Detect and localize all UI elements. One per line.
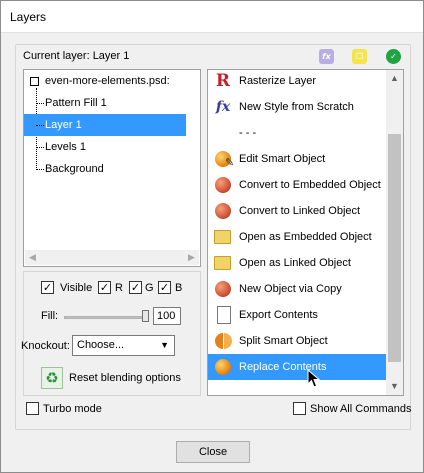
command-label: Open as Linked Object: [239, 257, 351, 269]
layer-tree[interactable]: even-more-elements.psd: Pattern Fill 1 L…: [23, 69, 201, 267]
tree-item-pattern-fill[interactable]: Pattern Fill 1: [24, 92, 186, 114]
command-label: New Object via Copy: [239, 283, 342, 295]
command-label: Open as Embedded Object: [239, 231, 372, 243]
split-icon: [215, 333, 223, 349]
tree-item-layer-1[interactable]: Layer 1: [24, 114, 186, 136]
scroll-right-icon[interactable]: ▶: [184, 250, 199, 265]
current-layer-label: Current layer: Layer 1: [23, 50, 130, 62]
command-new-style[interactable]: fx New Style from Scratch: [208, 94, 387, 120]
knockout-label: Knockout:: [21, 340, 70, 352]
chevron-down-icon: ▼: [160, 340, 169, 350]
command-rasterize-layer[interactable]: R Rasterize Layer: [208, 70, 387, 94]
visible-checkbox[interactable]: ✓: [41, 281, 54, 294]
copy-icon[interactable]: ❐: [352, 49, 367, 64]
layers-dialog: Layers Current layer: Layer 1 fx ❐ ✓ eve…: [0, 0, 424, 473]
reset-blending-button[interactable]: Reset blending options: [69, 372, 181, 384]
commands-vertical-scrollbar[interactable]: ▲ ▼: [386, 70, 403, 395]
fill-slider-thumb[interactable]: [142, 310, 149, 322]
tree-connector: [36, 125, 44, 126]
command-export-contents[interactable]: Export Contents: [208, 302, 387, 328]
command-convert-linked[interactable]: Convert to Linked Object: [208, 198, 387, 224]
tree-item-background[interactable]: Background: [24, 158, 186, 180]
fx-style-icon: fx: [215, 99, 231, 115]
ok-check-icon[interactable]: ✓: [386, 49, 401, 64]
turbo-mode-checkbox[interactable]: [26, 402, 39, 415]
tree-item-levels-1[interactable]: Levels 1: [24, 136, 186, 158]
scroll-down-icon[interactable]: ▼: [386, 378, 403, 395]
tree-root-item[interactable]: even-more-elements.psd:: [24, 70, 186, 92]
command-label: New Style from Scratch: [239, 101, 354, 113]
separator-label: - - -: [239, 127, 257, 139]
command-label: Convert to Embedded Object: [239, 179, 381, 191]
command-new-object-via-copy[interactable]: New Object via Copy: [208, 276, 387, 302]
tree-horizontal-scrollbar[interactable]: ◀ ▶: [25, 250, 199, 265]
command-split-smart-object[interactable]: Split Smart Object: [208, 328, 387, 354]
r-label: R: [115, 282, 123, 294]
show-all-commands-checkbox[interactable]: [293, 402, 306, 415]
fill-slider[interactable]: [64, 316, 149, 319]
replace-contents-icon: [215, 359, 231, 375]
new-object-icon: [215, 281, 231, 297]
rasterize-icon: R: [215, 71, 231, 91]
scrollbar-thumb[interactable]: [388, 134, 401, 362]
close-button[interactable]: Close: [176, 441, 250, 463]
command-edit-smart-object[interactable]: ✎ Edit Smart Object: [208, 146, 387, 172]
command-open-embedded[interactable]: Open as Embedded Object: [208, 224, 387, 250]
visible-label: Visible: [60, 282, 93, 294]
turbo-mode-label: Turbo mode: [43, 403, 102, 415]
convert-linked-icon: [215, 203, 231, 219]
scroll-up-icon[interactable]: ▲: [386, 70, 403, 87]
r-channel-checkbox[interactable]: ✓: [98, 281, 111, 294]
title-bar[interactable]: Layers: [1, 1, 423, 33]
knockout-select-value: Choose...: [77, 339, 125, 351]
command-label: Edit Smart Object: [239, 153, 326, 165]
b-label: B: [175, 282, 183, 294]
convert-embedded-icon: [215, 177, 231, 193]
folder-icon: [214, 230, 231, 244]
b-channel-checkbox[interactable]: ✓: [158, 281, 171, 294]
commands-list[interactable]: R Rasterize Layer fx New Style from Scra…: [207, 69, 404, 396]
fill-value-field[interactable]: 100: [153, 307, 181, 325]
fx-icon[interactable]: fx: [319, 49, 334, 64]
command-open-linked[interactable]: Open as Linked Object: [208, 250, 387, 276]
scroll-left-icon[interactable]: ◀: [25, 250, 40, 265]
command-replace-contents[interactable]: Replace Contents: [208, 354, 387, 380]
knockout-select[interactable]: Choose... ▼: [72, 335, 175, 356]
command-label: Export Contents: [239, 309, 318, 321]
fill-label: Fill:: [41, 310, 59, 322]
recycle-icon[interactable]: ♻: [41, 367, 63, 389]
show-all-commands-label: Show All Commands: [310, 403, 412, 415]
mouse-cursor-icon: [307, 369, 321, 388]
document-icon: [217, 306, 231, 324]
folder-icon: [214, 256, 231, 270]
command-label: Convert to Linked Object: [239, 205, 361, 217]
g-label: G: [145, 282, 154, 294]
command-label: Split Smart Object: [239, 335, 328, 347]
command-separator: - - -: [208, 120, 387, 146]
command-convert-embedded[interactable]: Convert to Embedded Object: [208, 172, 387, 198]
g-channel-checkbox[interactable]: ✓: [129, 281, 142, 294]
command-label: Rasterize Layer: [239, 75, 317, 87]
split-icon-half: [224, 333, 232, 349]
window-title: Layers: [10, 10, 47, 24]
